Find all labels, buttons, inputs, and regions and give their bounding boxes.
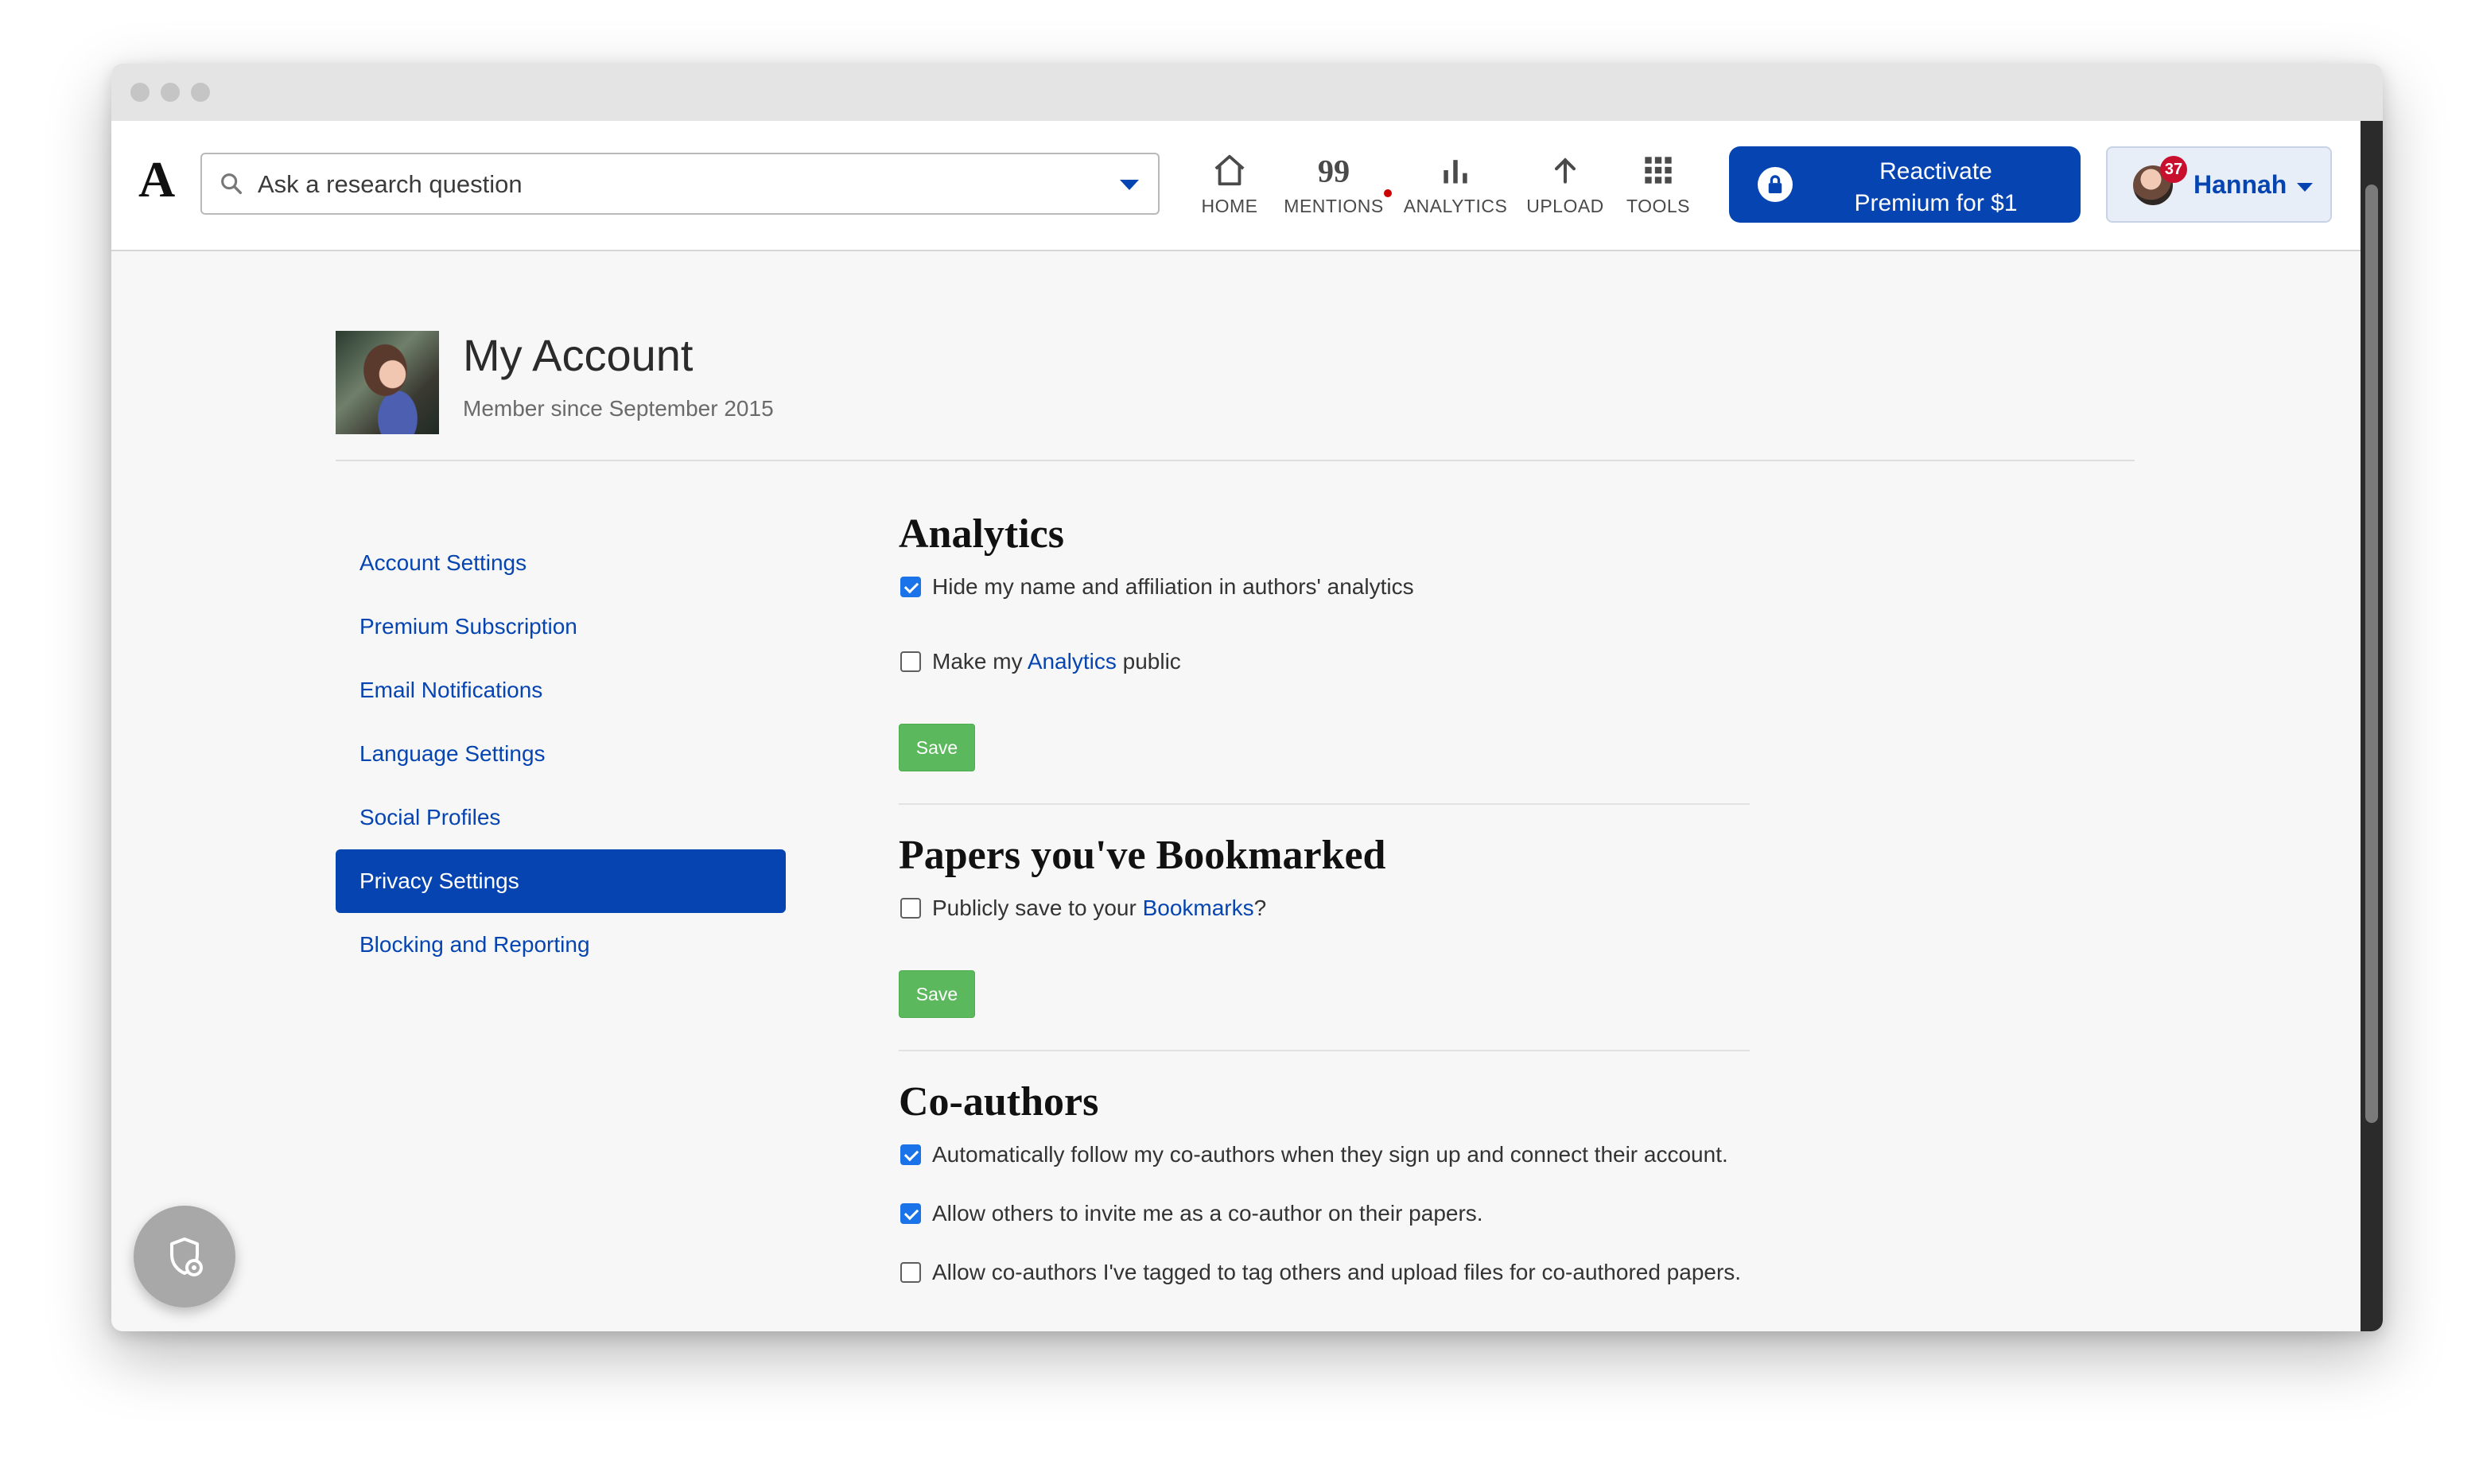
- svg-text:99: 99: [1318, 153, 1350, 188]
- window-titlebar: [111, 64, 2383, 121]
- reactivate-premium-button[interactable]: Reactivate Premium for $1: [1729, 146, 2081, 223]
- nav-mentions[interactable]: 99 MENTIONS: [1282, 150, 1385, 226]
- analytics-public-suffix: public: [1116, 649, 1181, 674]
- academia-logo[interactable]: A: [138, 154, 175, 205]
- privacy-floating-button[interactable]: [134, 1206, 235, 1307]
- window-close-dot[interactable]: [130, 83, 150, 102]
- premium-line1: Reactivate: [1879, 158, 1992, 185]
- hide-name-option[interactable]: Hide my name and affiliation in authors'…: [900, 574, 1414, 600]
- bar-chart-icon: [1444, 160, 1467, 184]
- analytics-public-prefix: Make my: [932, 649, 1028, 674]
- mentions-notification-dot: [1384, 189, 1392, 197]
- bookmarks-public-prefix: Publicly save to your: [932, 895, 1143, 920]
- nav-home-label: HOME: [1201, 196, 1258, 216]
- invite-coauthor-option[interactable]: Allow others to invite me as a co-author…: [900, 1201, 1483, 1226]
- search-box[interactable]: [200, 153, 1160, 215]
- bookmarks-public-label: Publicly save to your Bookmarks?: [932, 895, 1266, 921]
- member-since-text: Member since September 2015: [463, 396, 774, 421]
- sidebar-item-account-settings[interactable]: Account Settings: [336, 531, 786, 595]
- user-name: Hannah: [2194, 170, 2287, 199]
- lock-icon: [1758, 167, 1793, 202]
- search-icon: [221, 173, 243, 195]
- notification-badge: 37: [2160, 156, 2187, 183]
- coauthors-heading: Co-authors: [899, 1079, 1099, 1125]
- grid-icon: [1645, 157, 1672, 184]
- home-icon: [1214, 154, 1245, 186]
- follow-coauthors-label: Automatically follow my co-authors when …: [932, 1142, 1728, 1167]
- sidebar-item-social-profiles[interactable]: Social Profiles: [336, 786, 786, 849]
- search-dropdown-icon[interactable]: [1120, 180, 1139, 190]
- tag-coauthors-option[interactable]: Allow co-authors I've tagged to tag othe…: [900, 1260, 1741, 1285]
- browser-window: A HOME 99 MENTIONS ANALYTICS: [111, 64, 2383, 1331]
- analytics-public-option[interactable]: Make my Analytics public: [900, 649, 1181, 674]
- nav-tools[interactable]: TOOLS: [1622, 150, 1694, 226]
- nav-home[interactable]: HOME: [1198, 150, 1261, 226]
- nav-upload-label: UPLOAD: [1526, 196, 1604, 216]
- bookmarks-heading: Papers you've Bookmarked: [899, 833, 1386, 878]
- shield-settings-icon: [170, 1237, 203, 1276]
- premium-line2: Premium for $1: [1854, 190, 2018, 216]
- user-menu-button[interactable]: 37 Hannah: [2106, 146, 2332, 223]
- scrollbar-thumb[interactable]: [2365, 185, 2378, 1123]
- follow-coauthors-option[interactable]: Automatically follow my co-authors when …: [900, 1142, 1728, 1167]
- bookmarks-link[interactable]: Bookmarks: [1143, 895, 1254, 920]
- window-maximize-dot[interactable]: [191, 83, 210, 102]
- bookmarks-save-button[interactable]: Save: [899, 970, 975, 1018]
- sidebar-item-premium-subscription[interactable]: Premium Subscription: [336, 595, 786, 658]
- section-divider: [899, 1050, 1750, 1051]
- tag-coauthors-checkbox[interactable]: [900, 1262, 921, 1283]
- nav-tools-label: TOOLS: [1626, 196, 1691, 216]
- premium-button-text: Reactivate Premium for $1: [1817, 156, 2055, 219]
- search-input[interactable]: [256, 165, 1086, 204]
- header-divider: [336, 460, 2135, 461]
- tag-coauthors-label: Allow co-authors I've tagged to tag othe…: [932, 1260, 1742, 1284]
- upload-arrow-icon: [1554, 157, 1576, 184]
- page-title: My Account: [463, 330, 694, 380]
- hide-name-label: Hide my name and affiliation in authors'…: [932, 574, 1414, 599]
- analytics-heading: Analytics: [899, 511, 1064, 557]
- profile-photo: [336, 331, 439, 434]
- sidebar-item-blocking-and-reporting[interactable]: Blocking and Reporting: [336, 913, 786, 977]
- vertical-scrollbar[interactable]: [2361, 121, 2383, 1331]
- invite-coauthor-label: Allow others to invite me as a co-author…: [932, 1201, 1483, 1226]
- hide-name-checkbox[interactable]: [900, 577, 921, 597]
- bookmarks-public-option[interactable]: Publicly save to your Bookmarks?: [900, 895, 1266, 921]
- analytics-public-checkbox[interactable]: [900, 651, 921, 672]
- nav-analytics-label: ANALYTICS: [1403, 196, 1508, 216]
- nav-upload[interactable]: UPLOAD: [1525, 150, 1605, 226]
- sidebar-item-email-notifications[interactable]: Email Notifications: [336, 658, 786, 722]
- quote-icon: 99: [1318, 153, 1350, 188]
- invite-coauthor-checkbox[interactable]: [900, 1203, 921, 1224]
- analytics-save-button[interactable]: Save: [899, 724, 975, 771]
- chevron-down-icon: [2297, 183, 2313, 192]
- follow-coauthors-checkbox[interactable]: [900, 1144, 921, 1165]
- sidebar-item-privacy-settings[interactable]: Privacy Settings: [336, 849, 786, 913]
- top-navbar: A HOME 99 MENTIONS ANALYTICS: [111, 121, 2361, 251]
- bookmarks-public-suffix: ?: [1253, 895, 1267, 920]
- analytics-link[interactable]: Analytics: [1028, 649, 1117, 674]
- analytics-public-label: Make my Analytics public: [932, 649, 1181, 674]
- nav-mentions-label: MENTIONS: [1284, 196, 1384, 216]
- bookmarks-public-checkbox[interactable]: [900, 898, 921, 919]
- sidebar-item-language-settings[interactable]: Language Settings: [336, 722, 786, 786]
- section-divider: [899, 803, 1750, 805]
- nav-analytics[interactable]: ANALYTICS: [1401, 150, 1510, 226]
- window-minimize-dot[interactable]: [161, 83, 180, 102]
